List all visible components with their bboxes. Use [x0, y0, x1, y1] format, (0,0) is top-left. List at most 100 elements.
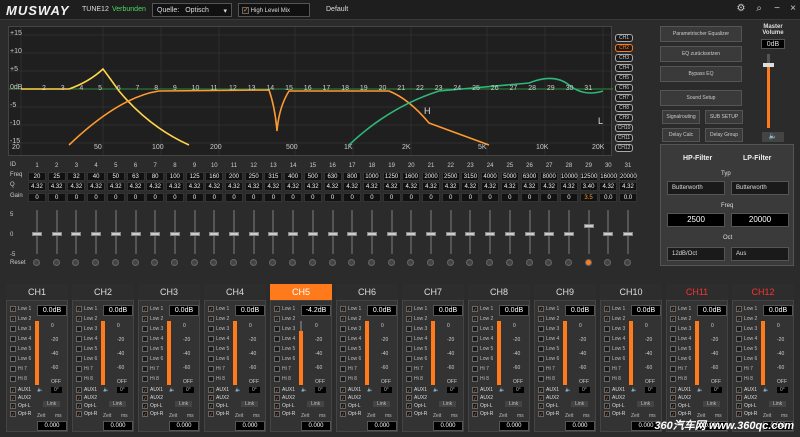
eq-gains-cell[interactable]: 0: [126, 193, 145, 202]
eq-gains-cell[interactable]: 0: [87, 193, 106, 202]
lp-freq-input[interactable]: 20000: [731, 213, 789, 227]
source-check[interactable]: ✓: [736, 387, 742, 393]
eq-qs-cell[interactable]: 4.32: [382, 182, 401, 191]
input-check[interactable]: [340, 326, 346, 332]
tab-ch9[interactable]: CH9: [534, 284, 596, 300]
band-fader-knob[interactable]: [524, 232, 535, 236]
phase-value[interactable]: 0°: [381, 387, 392, 393]
eq-qs-cell[interactable]: 4.32: [67, 182, 86, 191]
input-check[interactable]: [406, 376, 412, 382]
eq-gains-cell[interactable]: 0: [244, 193, 263, 202]
band-fader-knob[interactable]: [130, 232, 141, 236]
eq-qs-cell[interactable]: 4.32: [559, 182, 578, 191]
eq-gains-cell[interactable]: 0: [28, 193, 46, 202]
band-reset-button[interactable]: [466, 259, 474, 266]
input-check[interactable]: [736, 366, 742, 372]
input-check[interactable]: [538, 326, 544, 332]
channel-visibility-ch6[interactable]: CH6: [615, 84, 633, 92]
channel-gain-value[interactable]: 0.0dB: [763, 305, 793, 316]
phase-value[interactable]: 0°: [183, 387, 194, 393]
source-check[interactable]: ✓: [340, 387, 346, 393]
eq-qs-cell[interactable]: 4.32: [343, 182, 362, 191]
input-check[interactable]: [76, 336, 82, 342]
phase-value[interactable]: 0°: [513, 387, 524, 393]
source-check[interactable]: ✓: [76, 395, 82, 401]
input-check[interactable]: [670, 346, 676, 352]
band-fader-knob[interactable]: [563, 232, 574, 236]
tab-ch6[interactable]: CH6: [336, 284, 398, 300]
input-check[interactable]: [472, 376, 478, 382]
input-check[interactable]: ✓: [472, 316, 478, 322]
input-check[interactable]: [472, 336, 478, 342]
source-check[interactable]: ✓: [340, 395, 346, 401]
eq-qs-cell[interactable]: 4.32: [461, 182, 480, 191]
band-reset-button[interactable]: [545, 259, 553, 266]
channel-visibility-ch4[interactable]: CH4: [615, 64, 633, 72]
tab-ch10[interactable]: CH10: [600, 284, 662, 300]
band-fader-knob[interactable]: [91, 232, 102, 236]
tab-ch8[interactable]: CH8: [468, 284, 530, 300]
input-check[interactable]: [76, 376, 82, 382]
input-check[interactable]: [670, 326, 676, 332]
input-check[interactable]: [406, 366, 412, 372]
source-check[interactable]: ✓: [340, 411, 346, 417]
source-check[interactable]: ✓: [208, 395, 214, 401]
delay-value[interactable]: 0.000: [301, 421, 331, 431]
band-reset-button[interactable]: [446, 259, 454, 266]
eq-qs-cell[interactable]: 3.40: [579, 182, 598, 191]
input-check[interactable]: ✓: [472, 306, 478, 312]
source-check[interactable]: ✓: [274, 411, 280, 417]
band-reset-button[interactable]: [190, 259, 198, 266]
phase-value[interactable]: 0°: [777, 387, 788, 393]
band-fader-knob[interactable]: [386, 232, 397, 236]
source-check[interactable]: ✓: [538, 411, 544, 417]
tab-ch12[interactable]: CH12: [732, 284, 794, 300]
link-button[interactable]: Link: [571, 401, 589, 407]
delay-value[interactable]: 0.000: [367, 421, 397, 431]
channel-gain-value[interactable]: 0.0dB: [103, 305, 133, 316]
eq-qs-cell[interactable]: 4.32: [185, 182, 204, 191]
eq-freqs-cell[interactable]: 800: [343, 172, 362, 181]
input-check[interactable]: [604, 366, 610, 372]
band-reset-button[interactable]: [210, 259, 218, 266]
eq-freqs-cell[interactable]: 25: [47, 172, 66, 181]
source-check[interactable]: ✓: [472, 411, 478, 417]
input-check[interactable]: ✓: [142, 306, 148, 312]
eq-freqs-cell[interactable]: 125: [185, 172, 204, 181]
delay-value[interactable]: 0.000: [37, 421, 67, 431]
speaker-icon[interactable]: 🔈: [697, 387, 703, 393]
speaker-icon[interactable]: 🔈: [37, 387, 43, 393]
eq-qs-cell[interactable]: 4.32: [284, 182, 303, 191]
channel-visibility-ch5[interactable]: CH5: [615, 74, 633, 82]
band-reset-button[interactable]: [624, 259, 631, 266]
eq-gains-cell[interactable]: 0: [205, 193, 224, 202]
band-fader-knob[interactable]: [288, 232, 299, 236]
input-check[interactable]: [472, 356, 478, 362]
channel-gain-value[interactable]: 0.0dB: [37, 305, 67, 316]
band-reset-button[interactable]: [269, 259, 277, 266]
band-fader-knob[interactable]: [150, 232, 161, 236]
eq-qs-cell[interactable]: 4.32: [540, 182, 559, 191]
eq-freqs-cell[interactable]: 200: [225, 172, 243, 181]
source-check[interactable]: ✓: [538, 403, 544, 409]
sub-setup-button[interactable]: SUB SETUP: [705, 110, 743, 124]
link-button[interactable]: Link: [703, 401, 721, 407]
band-reset-button[interactable]: [584, 259, 592, 266]
input-check[interactable]: [10, 336, 16, 342]
band-reset-button[interactable]: [427, 259, 434, 266]
tab-ch7[interactable]: CH7: [402, 284, 464, 300]
band-fader-knob[interactable]: [544, 232, 555, 236]
eq-qs-cell[interactable]: 4.32: [362, 182, 381, 191]
channel-visibility-ch12[interactable]: CH12: [615, 144, 633, 152]
link-button[interactable]: Link: [637, 401, 655, 407]
tab-ch5[interactable]: CH5: [270, 284, 332, 300]
eq-gains-cell[interactable]: 0: [284, 193, 303, 202]
band-fader-knob[interactable]: [169, 232, 180, 236]
eq-freqs-cell[interactable]: 100: [165, 172, 184, 181]
input-check[interactable]: [10, 346, 16, 352]
phase-value[interactable]: 0°: [711, 387, 722, 393]
input-check[interactable]: [76, 346, 82, 352]
source-check[interactable]: ✓: [406, 403, 412, 409]
input-check[interactable]: [736, 346, 742, 352]
source-check[interactable]: ✓: [10, 395, 16, 401]
